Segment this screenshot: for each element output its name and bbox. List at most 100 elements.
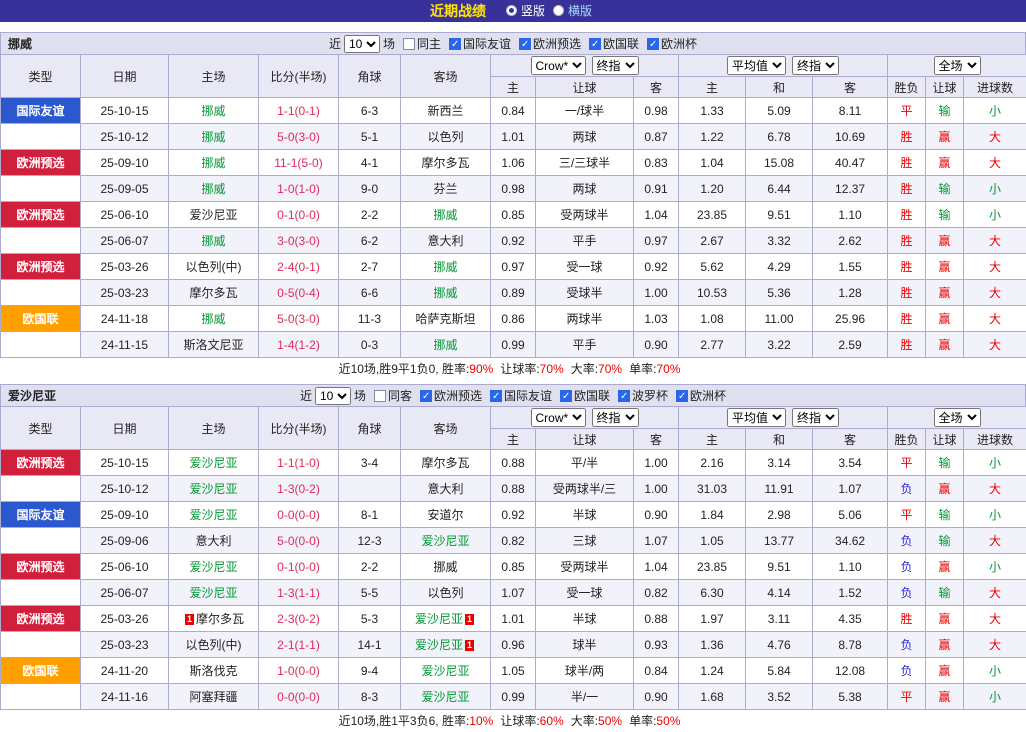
filter-checkbox[interactable]: 同主 [403, 35, 441, 52]
away-team-label: 摩尔多瓦 [421, 456, 469, 470]
checkbox-icon[interactable] [449, 38, 461, 50]
col-header-date: 日期 [81, 55, 169, 98]
filter-checkbox[interactable]: 欧洲预选 [420, 387, 482, 404]
odds-stage-select[interactable]: 终指 [592, 408, 639, 427]
odds-away: 0.82 [634, 580, 679, 606]
away-team-label: 安道尔 [427, 508, 463, 522]
red-card-icon: 1 [465, 640, 474, 651]
checkbox-icon[interactable] [647, 38, 659, 50]
match-date: 25-03-23 [81, 632, 169, 658]
result-goals: 小 [964, 98, 1026, 124]
avg-away: 2.62 [813, 228, 888, 254]
result-outcome: 胜 [888, 124, 926, 150]
filter-controls: 近10场同主国际友谊欧洲预选欧国联欧洲杯 [329, 35, 697, 53]
result-goals: 大 [964, 332, 1026, 358]
scope-select[interactable]: 全场 [934, 408, 981, 427]
match-date: 25-03-23 [81, 280, 169, 306]
away-team-label: 以色列 [427, 130, 463, 144]
odds-stage-select[interactable]: 终指 [592, 56, 639, 75]
handicap: 受两球半 [536, 202, 634, 228]
checkbox-icon[interactable] [676, 390, 688, 402]
checkbox-icon[interactable] [374, 390, 386, 402]
col-header-score: 比分(半场) [259, 55, 339, 98]
odds-away: 0.90 [634, 684, 679, 710]
odds-away: 1.07 [634, 528, 679, 554]
checkbox-icon[interactable] [560, 390, 572, 402]
filter-checkbox[interactable]: 欧洲杯 [676, 387, 726, 404]
avg-home: 5.62 [679, 254, 746, 280]
summary-stat-value: 70% [656, 362, 680, 376]
checkbox-label: 欧洲杯 [661, 35, 697, 52]
avg-away: 5.06 [813, 502, 888, 528]
result-outcome: 胜 [888, 202, 926, 228]
result-goals: 小 [964, 450, 1026, 476]
avg-source-select[interactable]: 平均值 [727, 56, 786, 75]
recent-count-select[interactable]: 10 [344, 35, 380, 53]
avg-source-select[interactable]: 平均值 [727, 408, 786, 427]
checkbox-icon[interactable] [618, 390, 630, 402]
checkbox-icon[interactable] [420, 390, 432, 402]
away-team-label: 挪威 [433, 208, 457, 222]
topbar: 近期战绩 竖版横版 [0, 0, 1026, 22]
summary-stat-value: 50% [656, 714, 680, 728]
filter-checkbox[interactable]: 同客 [374, 387, 412, 404]
odds-source-select[interactable]: Crow* [531, 408, 586, 427]
avg-home: 1.36 [679, 632, 746, 658]
competition-badge: 欧国联 [1, 658, 81, 684]
filter-checkbox[interactable]: 欧洲预选 [519, 35, 581, 52]
score: 1-0(0-0) [259, 658, 339, 684]
result-outcome: 平 [888, 684, 926, 710]
corner-score: 9-0 [339, 176, 401, 202]
home-team: 爱沙尼亚 [169, 554, 259, 580]
filter-checkbox[interactable]: 国际友谊 [490, 387, 552, 404]
home-team-label: 摩尔多瓦 [196, 612, 244, 626]
score: 5-0(3-0) [259, 124, 339, 150]
odds-home: 0.92 [491, 228, 536, 254]
home-team-label: 以色列(中) [186, 260, 242, 274]
scope-select[interactable]: 全场 [934, 56, 981, 75]
odds-away: 1.04 [634, 202, 679, 228]
view-option[interactable]: 竖版 [506, 2, 545, 19]
results-table: 类型日期主场比分(半场)角球客场Crow*终指平均值终指全场主让球客主和客胜负让… [0, 406, 1026, 710]
filter-checkbox[interactable]: 波罗杯 [618, 387, 668, 404]
result-outcome: 胜 [888, 306, 926, 332]
avg-stage-select[interactable]: 终指 [792, 408, 839, 427]
avg-draw: 4.14 [746, 580, 813, 606]
avg-draw: 2.98 [746, 502, 813, 528]
checkbox-icon[interactable] [490, 390, 502, 402]
filter-checkbox[interactable]: 欧洲杯 [647, 35, 697, 52]
corner-score: 5-1 [339, 124, 401, 150]
match-row: 欧洲预选25-03-23摩尔多瓦0-5(0-4)6-6挪威0.89受球半1.00… [1, 280, 1026, 306]
avg-home: 1.84 [679, 502, 746, 528]
avg-home: 23.85 [679, 202, 746, 228]
radio-icon[interactable] [553, 5, 564, 16]
match-row: 欧洲预选25-03-261摩尔多瓦2-3(0-2)5-3爱沙尼亚11.01半球0… [1, 606, 1026, 632]
checkbox-label: 欧国联 [574, 387, 610, 404]
summary-prefix: 近10场,胜9平1负0, [339, 362, 442, 376]
result-handicap: 输 [926, 528, 964, 554]
filter-checkbox[interactable]: 国际友谊 [449, 35, 511, 52]
odds-source-select[interactable]: Crow* [531, 56, 586, 75]
view-option[interactable]: 横版 [553, 2, 592, 19]
filter-checkbox[interactable]: 欧国联 [589, 35, 639, 52]
corner-score: 0-3 [339, 332, 401, 358]
competition-badge: 欧洲预选 [1, 528, 81, 554]
score: 1-4(1-2) [259, 332, 339, 358]
radio-icon[interactable] [506, 5, 517, 16]
avg-stage-select[interactable]: 终指 [792, 56, 839, 75]
result-handicap: 赢 [926, 684, 964, 710]
summary-stat-label: 胜率: [442, 362, 469, 376]
result-goals: 大 [964, 124, 1026, 150]
home-team: 以色列(中) [169, 632, 259, 658]
recent-count-select[interactable]: 10 [315, 387, 351, 405]
checkbox-icon[interactable] [403, 38, 415, 50]
checkbox-icon[interactable] [519, 38, 531, 50]
home-team: 1摩尔多瓦 [169, 606, 259, 632]
odds-select-group: Crow* 终指 [491, 407, 679, 429]
filter-checkbox[interactable]: 欧国联 [560, 387, 610, 404]
col-header-corner: 角球 [339, 55, 401, 98]
checkbox-icon[interactable] [589, 38, 601, 50]
away-team-label: 爱沙尼亚 [421, 690, 469, 704]
odds-away: 0.83 [634, 150, 679, 176]
avg-draw: 5.36 [746, 280, 813, 306]
